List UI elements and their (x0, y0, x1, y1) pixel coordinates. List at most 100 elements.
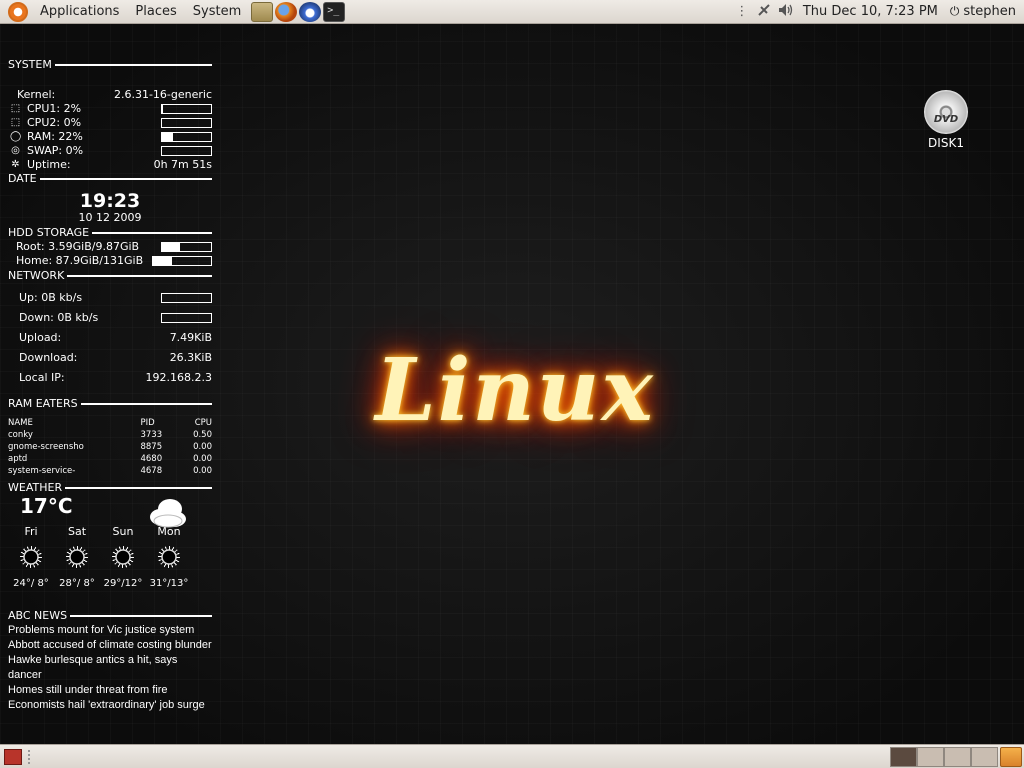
bar-fill (162, 243, 180, 251)
conky-monitor: SYSTEM Kernel: 2.6.31-16-generic ⬚ CPU1:… (8, 58, 212, 713)
menu-system[interactable]: System (185, 4, 249, 19)
cpu1-bar (161, 104, 212, 114)
network-disconnected-icon[interactable] (756, 3, 772, 21)
ram-bar (161, 132, 212, 142)
workspace-3[interactable] (944, 746, 971, 767)
table-row: system-service- 4678 0.00 (8, 465, 212, 477)
forecast-icon-slot (100, 543, 146, 571)
section-date: DATE (8, 172, 212, 186)
cpu2-text: CPU2: 0% (27, 116, 82, 129)
panel-grip-icon: ⋮ (735, 4, 749, 19)
cpu2-bar (161, 118, 212, 128)
sun-icon (66, 546, 88, 568)
menu-applications[interactable]: Applications (32, 4, 127, 19)
home-row: Home: 87.9GiB/131GiB (8, 254, 212, 268)
section-weather: WEATHER (8, 481, 212, 495)
section-rule (67, 275, 212, 277)
process-pid: 4678 (140, 466, 163, 476)
table-header-row: NAME PID CPU (8, 417, 212, 429)
section-rule (92, 232, 212, 234)
volume-icon[interactable] (778, 3, 794, 21)
net-up-row: Up: 0B kb/s (8, 291, 212, 305)
forecast-icon-slot (8, 543, 54, 571)
news-item: Problems mount for Vic justice system (8, 624, 195, 636)
menu-places[interactable]: Places (127, 4, 184, 19)
table-row: conky 3733 0.50 (8, 429, 212, 441)
section-title: SYSTEM (8, 58, 52, 71)
section-title: WEATHER (8, 481, 63, 494)
process-cpu: 0.00 (193, 466, 212, 476)
forecast-day: Sun (112, 525, 134, 538)
current-temperature: 17°C (20, 494, 73, 518)
net-down-graph (161, 313, 212, 323)
section-title: HDD STORAGE (8, 226, 90, 239)
kernel-row: Kernel: 2.6.31-16-generic (8, 88, 212, 102)
weather-current: 17°C (8, 494, 212, 528)
top-panel: Applications Places System >_ ⋮ Thu Dec … (0, 0, 1024, 24)
workspace-2[interactable] (917, 746, 944, 767)
swap-icon: ◎ (11, 145, 20, 156)
upload-row: Upload: 7.49KiB (8, 331, 212, 345)
ubuntu-logo-icon[interactable] (8, 1, 28, 22)
section-hdd: HDD STORAGE (8, 226, 212, 240)
workspace-4[interactable] (971, 746, 998, 767)
conky-time: 19:23 (79, 190, 141, 212)
workspace-1[interactable] (890, 746, 917, 767)
home-text: Home: 87.9GiB/131GiB (16, 254, 144, 267)
section-title: ABC NEWS (8, 609, 68, 622)
forecast-temp: 29°/12° (103, 578, 143, 589)
column-header: NAME (8, 418, 33, 428)
process-pid: 8875 (140, 442, 163, 452)
section-title: DATE (8, 172, 37, 185)
kernel-label: Kernel: (17, 88, 56, 101)
process-cpu: 0.50 (193, 430, 212, 440)
section-rule (54, 64, 212, 66)
cloud-icon (150, 499, 186, 528)
section-ram-eaters: RAM EATERS (8, 397, 212, 411)
mail-launcher-icon[interactable] (299, 1, 322, 22)
cpu1-row: ⬚ CPU1: 2% (8, 102, 212, 116)
file-manager-launcher-icon[interactable] (251, 1, 274, 22)
cpu-icon: ⬚ (10, 103, 21, 114)
table-row: gnome-screensho 8875 0.00 (8, 441, 212, 453)
section-system: SYSTEM (8, 58, 212, 72)
user-name: stephen (963, 4, 1016, 19)
uptime-label: Uptime: (27, 158, 71, 171)
news-item: Abbott accused of climate costing blunde… (8, 639, 212, 651)
conky-date: 10 12 2009 (78, 211, 142, 224)
section-title: NETWORK (8, 269, 65, 282)
news-item: Economists hail 'extraordinary' job surg… (8, 699, 205, 711)
section-rule (80, 403, 212, 405)
forecast-day: Sat (67, 525, 87, 538)
uptime-value: 0h 7m 51s (153, 158, 212, 171)
net-down-row: Down: 0B kb/s (8, 311, 212, 325)
linux-wallpaper-logo: Linux (375, 339, 655, 441)
process-name: system-service- (8, 466, 76, 476)
process-pid: 4680 (140, 454, 163, 464)
power-icon: ⏻ (949, 4, 960, 18)
forecast-icon-slot (146, 543, 192, 571)
bottom-panel (0, 744, 1024, 768)
ip-value: 192.168.2.3 (145, 371, 212, 384)
trash-icon[interactable] (1000, 746, 1022, 767)
sun-icon (158, 546, 180, 568)
process-table: NAME PID CPU conky 3733 0.50 gnome-scree… (8, 417, 212, 477)
news-item: Homes still under threat from fire (8, 684, 168, 696)
section-rule (65, 487, 212, 489)
forecast-temp: 28°/ 8° (59, 578, 95, 589)
dvd-desktop-icon[interactable]: DVD DISK1 (916, 90, 976, 150)
terminal-launcher-icon[interactable]: >_ (323, 1, 346, 22)
forecast-day: Fri (24, 525, 38, 538)
show-desktop-icon[interactable] (4, 748, 22, 765)
panel-grip-icon (28, 749, 32, 764)
firefox-launcher-icon[interactable] (275, 1, 298, 22)
download-row: Download: 26.3KiB (8, 351, 212, 365)
table-row: aptd 4680 0.00 (8, 453, 212, 465)
user-menu[interactable]: ⏻ stephen (950, 4, 1024, 19)
panel-clock[interactable]: Thu Dec 10, 7:23 PM (797, 4, 950, 19)
section-rule (39, 178, 212, 180)
home-bar (152, 256, 212, 266)
ram-icon: ◯ (10, 131, 22, 142)
workspace-switcher (890, 746, 998, 767)
forecast-temps: 24°/ 8° 28°/ 8° 29°/12° 31°/13° (8, 577, 212, 591)
